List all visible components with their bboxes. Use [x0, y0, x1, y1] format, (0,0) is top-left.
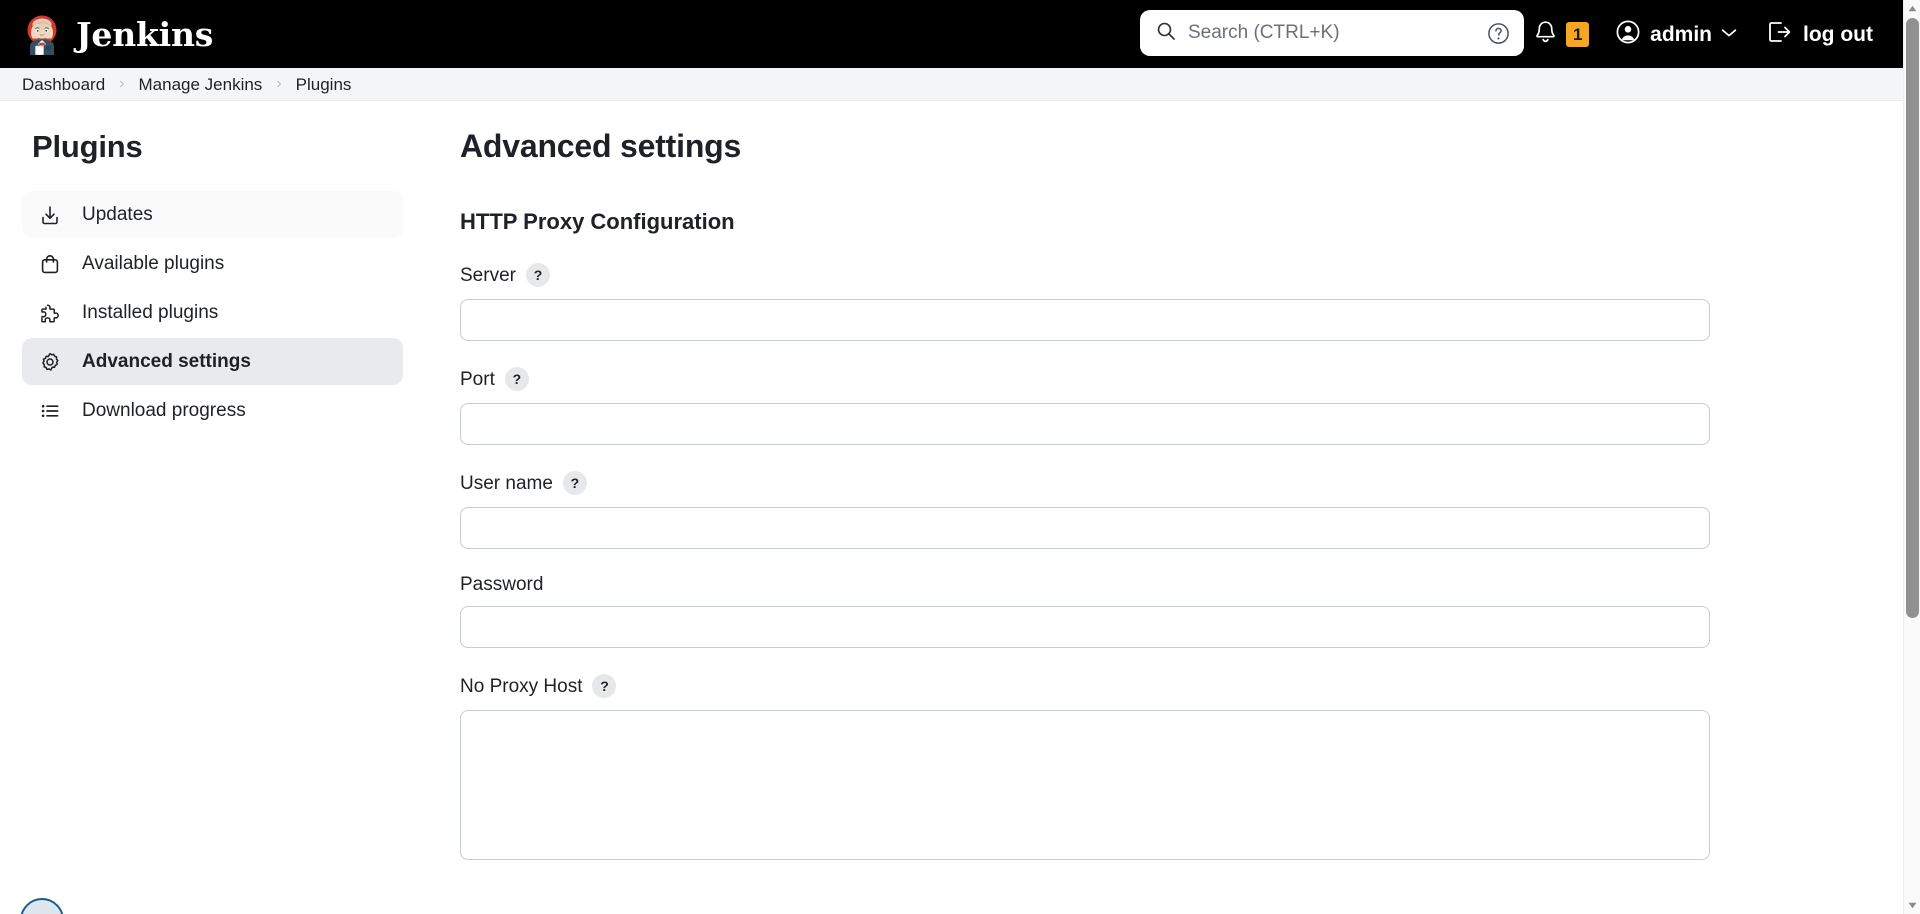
field-label-row: No Proxy Host ? [460, 674, 1903, 698]
app-header: Jenkins Search (CTRL+K) 1 admin log out [0, 0, 1903, 68]
logout-icon [1767, 20, 1793, 49]
page-content: Plugins Updates Available plugins Instal… [0, 101, 1903, 914]
field-label: User name [460, 472, 553, 494]
field-port: Port ? [460, 367, 1903, 445]
sidebar-item-installed-plugins[interactable]: Installed plugins [22, 289, 403, 336]
breadcrumb-separator: › [119, 75, 125, 92]
field-label: Server [460, 264, 516, 286]
field-password: Password [460, 575, 1903, 648]
field-no-proxy-host: No Proxy Host ? [460, 674, 1903, 860]
sidebar-title: Plugins [32, 129, 143, 164]
page-root: Jenkins Search (CTRL+K) 1 admin log out … [0, 0, 1920, 914]
scrollbar-thumb[interactable] [1906, 18, 1919, 618]
chevron-down-icon [1721, 25, 1737, 43]
section-title: HTTP Proxy Configuration [460, 209, 735, 234]
gear-icon [38, 351, 62, 373]
scrollbar-down-arrow-icon[interactable] [1904, 897, 1920, 914]
help-icon[interactable]: ? [562, 471, 587, 495]
logout-button[interactable]: log out [1767, 0, 1873, 68]
sidebar-item-advanced-settings[interactable]: Advanced settings [22, 338, 403, 385]
breadcrumb-item-dashboard[interactable]: Dashboard [22, 76, 105, 93]
user-name-input[interactable] [460, 507, 1710, 549]
notifications-button[interactable]: 1 [1533, 0, 1590, 68]
field-label-row: Port ? [460, 367, 1903, 391]
field-label: Port [460, 368, 495, 390]
sidebar-item-download-progress[interactable]: Download progress [22, 387, 403, 434]
user-circle-icon [1615, 19, 1641, 50]
sidebar-item-label: Available plugins [82, 253, 225, 274]
no-proxy-host-textarea[interactable] [460, 710, 1710, 860]
sidebar-item-label: Download progress [82, 400, 246, 421]
breadcrumb-item-manage-jenkins[interactable]: Manage Jenkins [139, 76, 263, 93]
help-icon[interactable]: ? [504, 367, 529, 391]
sidebar-item-label: Advanced settings [82, 351, 251, 372]
sidebar-item-updates[interactable]: Updates [22, 191, 403, 238]
field-label: Password [460, 574, 544, 595]
bell-icon [1533, 19, 1558, 50]
user-menu-button[interactable]: admin [1615, 0, 1737, 68]
shopping-bag-icon [38, 253, 62, 275]
browser-scrollbar[interactable] [1903, 0, 1920, 914]
list-icon [38, 400, 62, 422]
user-name-label: admin [1650, 22, 1713, 46]
breadcrumb: Dashboard › Manage Jenkins › Plugins [0, 68, 1903, 101]
field-label-row: Password [460, 575, 1903, 594]
sidebar: Plugins Updates Available plugins Instal… [0, 101, 425, 434]
scrollbar-up-arrow-icon[interactable] [1904, 0, 1920, 17]
search-input[interactable] [1188, 22, 1475, 44]
header-actions: 1 admin log out [1521, 0, 1903, 68]
field-user-name: User name ? [460, 471, 1903, 549]
sidebar-item-label: Updates [82, 204, 153, 225]
jenkins-butler-logo-icon [22, 13, 62, 55]
download-icon [38, 204, 62, 226]
search-box[interactable] [1140, 10, 1524, 56]
sidebar-item-label: Installed plugins [82, 302, 219, 323]
logout-label: log out [1803, 22, 1873, 46]
main-panel: Advanced settings HTTP Proxy Configurati… [425, 101, 1903, 886]
help-icon[interactable]: ? [525, 263, 550, 287]
search-icon [1156, 21, 1176, 46]
field-label-row: User name ? [460, 471, 1903, 495]
puzzle-piece-icon [38, 302, 62, 324]
sidebar-menu: Updates Available plugins Installed plug… [22, 191, 403, 434]
sidebar-item-available-plugins[interactable]: Available plugins [22, 240, 403, 287]
jenkins-home-link[interactable]: Jenkins [22, 13, 213, 55]
field-label: No Proxy Host [460, 675, 583, 697]
server-input[interactable] [460, 299, 1710, 341]
breadcrumb-item-plugins[interactable]: Plugins [296, 76, 352, 93]
page-title: Advanced settings [460, 128, 742, 164]
breadcrumb-separator: › [276, 75, 282, 92]
notification-count-badge: 1 [1566, 21, 1590, 47]
field-server: Server ? [460, 263, 1903, 341]
browser-viewport: Jenkins Search (CTRL+K) 1 admin log out … [0, 0, 1903, 914]
password-input[interactable] [460, 606, 1710, 648]
field-label-row: Server ? [460, 263, 1903, 287]
port-input[interactable] [460, 403, 1710, 445]
brand-name: Jenkins [76, 14, 214, 54]
search-help-icon[interactable] [1487, 22, 1510, 45]
help-icon[interactable]: ? [592, 674, 617, 698]
